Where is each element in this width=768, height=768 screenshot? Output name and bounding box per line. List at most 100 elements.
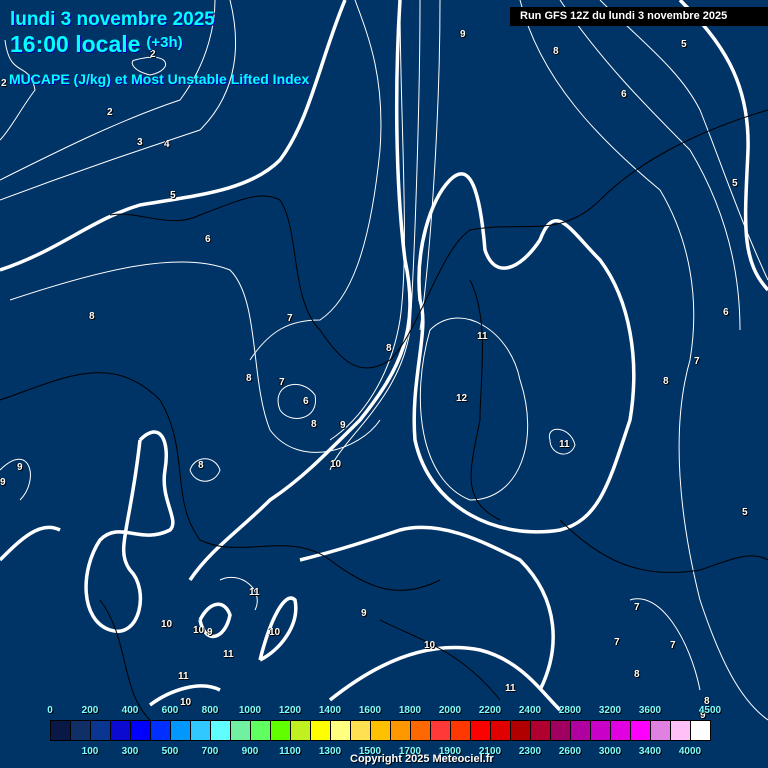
product-title: MUCAPE (J/kg) et Most Unstable Lifted In…	[9, 71, 310, 87]
contour-label: 7	[634, 602, 640, 613]
time-title: 16:00 locale (+3h)	[10, 31, 183, 58]
contour-label: 7	[694, 356, 700, 367]
legend-label-bottom: 3400	[638, 746, 662, 757]
thin-contours	[0, 0, 768, 721]
contour-label: 9	[340, 420, 346, 431]
legend-label-top: 1200	[278, 705, 302, 716]
legend-label-top: 3600	[638, 705, 662, 716]
legend-swatch	[691, 721, 710, 740]
contour-label: 10	[193, 625, 205, 636]
contour-label: 10	[161, 619, 173, 630]
contour-label: 6	[303, 396, 309, 407]
weather-map: 2 2 2 3 4 5 6 8 7 8 7 6 8 9 10 8 9 9 8 11 12 11 9 8 5 6 5 6 7 8 5 11 9 10…	[0, 0, 768, 768]
contour-label: 8	[198, 460, 204, 471]
legend-label-bottom: 3000	[598, 746, 622, 757]
legend-swatch	[331, 721, 351, 740]
legend-swatch	[51, 721, 71, 740]
legend-label-bottom: 1100	[279, 746, 301, 757]
contour-label: 7	[614, 637, 620, 648]
legend-swatch	[651, 721, 671, 740]
contour-label: 9	[207, 627, 213, 638]
contour-label: 11	[559, 439, 570, 450]
legend-label-bottom: 2300	[518, 746, 542, 757]
contour-map	[0, 0, 768, 721]
legend-label-top: 3200	[598, 705, 622, 716]
contour-label: 3	[137, 137, 143, 148]
legend-swatch	[211, 721, 231, 740]
contour-label: 11	[223, 649, 234, 660]
contour-label: 7	[279, 377, 285, 388]
legend-swatch	[491, 721, 511, 740]
legend-swatch	[231, 721, 251, 740]
legend-label-top: 600	[161, 705, 179, 716]
legend-swatch	[451, 721, 471, 740]
contour-label: 5	[170, 190, 176, 201]
legend-label-bottom: 1300	[318, 746, 342, 757]
contour-label: 10	[330, 459, 342, 470]
contour-label: 5	[742, 507, 748, 518]
legend-label-top: 2400	[518, 705, 542, 716]
legend-swatch	[671, 721, 691, 740]
legend-label-top: 2000	[438, 705, 462, 716]
contour-label: 4	[164, 139, 170, 150]
contour-label: 8	[553, 46, 559, 57]
contour-label: 8	[311, 419, 317, 430]
legend-swatch	[511, 721, 531, 740]
contour-label: 9	[0, 477, 6, 488]
contour-label: 10	[269, 627, 281, 638]
legend-swatch	[431, 721, 451, 740]
legend-swatch	[411, 721, 431, 740]
color-legend	[50, 720, 711, 741]
contour-label: 6	[723, 307, 729, 318]
contour-label: 9	[361, 608, 367, 619]
legend-swatch	[291, 721, 311, 740]
legend-label-top: 1600	[358, 705, 382, 716]
contour-label: 8	[634, 669, 640, 680]
legend-swatch	[191, 721, 211, 740]
legend-label-top: 2200	[478, 705, 502, 716]
contour-label: 11	[178, 671, 189, 682]
legend-swatch	[131, 721, 151, 740]
legend-label-top: 4500	[698, 705, 722, 716]
legend-swatch	[471, 721, 491, 740]
contour-label: 10	[180, 697, 192, 708]
legend-swatch	[311, 721, 331, 740]
contour-label: 5	[681, 39, 687, 50]
run-info: Run GFS 12Z du lundi 3 novembre 2025	[510, 7, 768, 26]
contour-label: 11	[477, 331, 488, 342]
legend-label-bottom: 100	[81, 746, 99, 757]
legend-swatch	[571, 721, 591, 740]
legend-label-bottom: 4000	[678, 746, 702, 757]
copyright: Copyright 2025 Meteociel.fr	[350, 753, 494, 765]
legend-swatch	[151, 721, 171, 740]
contour-label: 11	[505, 683, 516, 694]
thick-contours	[0, 0, 768, 712]
contour-label: 12	[456, 393, 468, 404]
contour-label: 5	[732, 178, 738, 189]
legend-swatch	[351, 721, 371, 740]
forecast-offset: (+3h)	[146, 34, 183, 51]
legend-label-bottom: 900	[241, 746, 259, 757]
contour-label: 7	[670, 640, 676, 651]
legend-swatch	[611, 721, 631, 740]
contour-label: 11	[249, 587, 260, 598]
contour-label: 2	[107, 107, 113, 118]
legend-swatch	[551, 721, 571, 740]
legend-label-top: 400	[121, 705, 139, 716]
contour-label: 6	[205, 234, 211, 245]
contour-label: 10	[424, 640, 436, 651]
legend-label-bottom: 300	[121, 746, 139, 757]
legend-label-top: 1000	[238, 705, 262, 716]
legend-label-top: 1800	[398, 705, 422, 716]
contour-label: 9	[17, 462, 23, 473]
legend-swatch	[71, 721, 91, 740]
legend-swatch	[271, 721, 291, 740]
contour-label: 8	[663, 376, 669, 387]
date-title: lundi 3 novembre 2025	[10, 9, 215, 30]
legend-label-bottom: 700	[201, 746, 219, 757]
legend-swatch	[371, 721, 391, 740]
legend-label-top: 200	[81, 705, 99, 716]
local-time: 16:00 locale	[10, 31, 141, 57]
contour-label: 7	[287, 313, 293, 324]
legend-swatch	[631, 721, 651, 740]
